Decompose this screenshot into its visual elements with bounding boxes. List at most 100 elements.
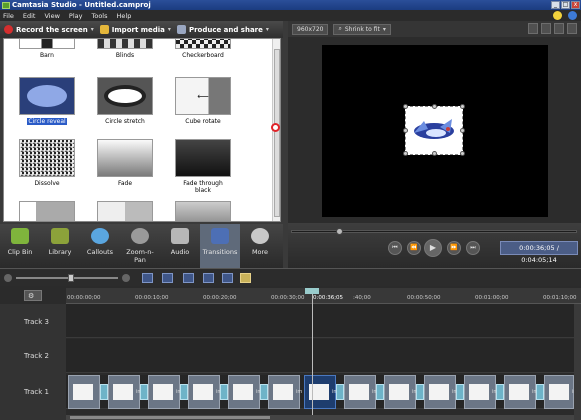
track-2-label[interactable]: Track 2 (24, 352, 49, 360)
transition-thumb[interactable]: Circle reveal (19, 77, 75, 126)
transition-marker[interactable] (100, 384, 108, 400)
media-clip[interactable]: im (424, 375, 458, 409)
transition-thumb[interactable]: Dissolve (19, 139, 75, 187)
resize-handle[interactable] (432, 104, 437, 109)
fullscreen-icon[interactable] (567, 23, 577, 34)
transition-thumb[interactable] (175, 201, 231, 221)
transition-thumb[interactable]: Blinds (97, 39, 153, 59)
transition-marker[interactable] (416, 384, 424, 400)
media-clip[interactable]: im (504, 375, 538, 409)
transition-thumb[interactable]: Barn (19, 39, 75, 59)
tab-more[interactable]: More (240, 224, 280, 268)
resize-handle[interactable] (403, 128, 408, 133)
undo-button[interactable] (142, 273, 153, 283)
redo-button[interactable] (162, 273, 173, 283)
track-2[interactable] (66, 339, 574, 373)
transition-thumb[interactable]: Fade (97, 139, 153, 187)
menu-help[interactable]: Help (117, 12, 132, 20)
media-clip[interactable]: im (148, 375, 182, 409)
resize-handle[interactable] (403, 151, 408, 156)
transition-marker[interactable] (496, 384, 504, 400)
play-button[interactable]: ▶ (424, 239, 442, 257)
track-3-label[interactable]: Track 3 (24, 318, 49, 326)
zoom-in-icon[interactable] (122, 274, 130, 282)
resize-handle[interactable] (460, 104, 465, 109)
copy-button[interactable] (222, 273, 233, 283)
track-1-label[interactable]: Track 1 (24, 388, 49, 396)
transition-marker[interactable] (456, 384, 464, 400)
tip-bulb-icon[interactable] (553, 11, 562, 20)
menu-view[interactable]: View (44, 12, 59, 20)
transition-marker[interactable] (336, 384, 344, 400)
menu-edit[interactable]: Edit (23, 12, 36, 20)
timeline-zoom-slider[interactable] (4, 274, 130, 282)
minimize-button[interactable]: _ (551, 1, 560, 9)
shrink-to-fit-dropdown[interactable]: ⌕ Shrink to fit ▾ (333, 23, 391, 35)
transition-marker[interactable] (260, 384, 268, 400)
track-1[interactable]: im im im im im im im im im im im im (66, 375, 578, 409)
selected-media-frame[interactable] (403, 104, 465, 156)
bin-scrollbar-thumb[interactable] (274, 49, 280, 217)
media-clip[interactable]: im (544, 375, 578, 409)
timeline-settings-button[interactable]: ⚙ (24, 290, 42, 301)
resize-handle[interactable] (432, 151, 437, 156)
menu-tools[interactable]: Tools (91, 12, 107, 20)
transition-marker[interactable] (376, 384, 384, 400)
resize-handle[interactable] (460, 151, 465, 156)
preview-scrub-bar[interactable] (291, 228, 577, 235)
cut-button[interactable] (183, 273, 194, 283)
next-clip-button[interactable]: ⏭ (466, 241, 480, 255)
media-clip[interactable]: im (384, 375, 418, 409)
transition-thumb[interactable] (19, 201, 75, 221)
close-button[interactable]: x (571, 1, 580, 9)
transition-thumb[interactable] (97, 201, 153, 221)
tab-library[interactable]: Library (40, 224, 80, 268)
transition-marker[interactable] (220, 384, 228, 400)
scrub-knob[interactable] (336, 228, 343, 235)
preview-canvas[interactable] (322, 45, 548, 217)
tab-zoom-n-pan[interactable]: Zoom-n- Pan (120, 224, 160, 268)
timeline-vertical-scrollbar[interactable] (574, 304, 581, 420)
tab-clip-bin[interactable]: Clip Bin (0, 224, 40, 268)
split-button[interactable] (203, 273, 214, 283)
timeline-ruler[interactable]: 00:00:00;00 00:00:10;00 00:00:20;00 00:0… (66, 288, 581, 304)
detach-icon[interactable] (554, 23, 564, 34)
transition-thumb[interactable]: Fade through black (175, 139, 231, 194)
timeline-horizontal-scrollbar[interactable] (66, 415, 574, 420)
zoom-out-icon[interactable] (4, 274, 12, 282)
resize-handle[interactable] (403, 104, 408, 109)
record-the-screen-button[interactable]: Record the screen ▾ (4, 25, 94, 34)
transition-marker[interactable] (180, 384, 188, 400)
maximize-button[interactable]: □ (561, 1, 570, 9)
fast-forward-button[interactable]: ⏩ (447, 241, 461, 255)
paste-button[interactable] (240, 273, 251, 283)
transition-marker[interactable] (536, 384, 544, 400)
import-media-button[interactable]: Import media ▾ (99, 25, 171, 34)
track-3[interactable] (66, 304, 574, 338)
media-clip[interactable]: im (464, 375, 498, 409)
media-clip[interactable]: im (268, 375, 302, 409)
menu-play[interactable]: Play (69, 12, 83, 20)
canvas-size-button[interactable]: 960x720 (292, 23, 329, 35)
tab-audio[interactable]: Audio (160, 224, 200, 268)
produce-and-share-button[interactable]: Produce and share ▾ (176, 25, 269, 34)
zoom-knob[interactable] (68, 274, 74, 282)
help-icon[interactable] (568, 11, 577, 20)
tab-callouts[interactable]: Callouts (80, 224, 120, 268)
media-clip[interactable]: im (228, 375, 262, 409)
media-clip[interactable]: im (108, 375, 142, 409)
transition-thumb[interactable]: Circle stretch (97, 77, 153, 125)
previous-clip-button[interactable]: ⏮ (388, 241, 402, 255)
media-clip[interactable]: im (344, 375, 378, 409)
crop-icon[interactable] (528, 23, 538, 34)
playhead-line[interactable] (312, 294, 313, 420)
tab-transitions[interactable]: Transitions (200, 224, 240, 268)
media-clip[interactable] (68, 375, 100, 409)
transition-marker[interactable] (140, 384, 148, 400)
pan-icon[interactable] (541, 23, 551, 34)
transition-thumb[interactable]: Checkerboard (175, 39, 231, 59)
timeline-scrollbar-thumb[interactable] (70, 416, 270, 419)
media-clip[interactable]: im (188, 375, 222, 409)
transition-thumb[interactable]: ⟵ Cube rotate (175, 77, 231, 125)
resize-handle[interactable] (460, 128, 465, 133)
